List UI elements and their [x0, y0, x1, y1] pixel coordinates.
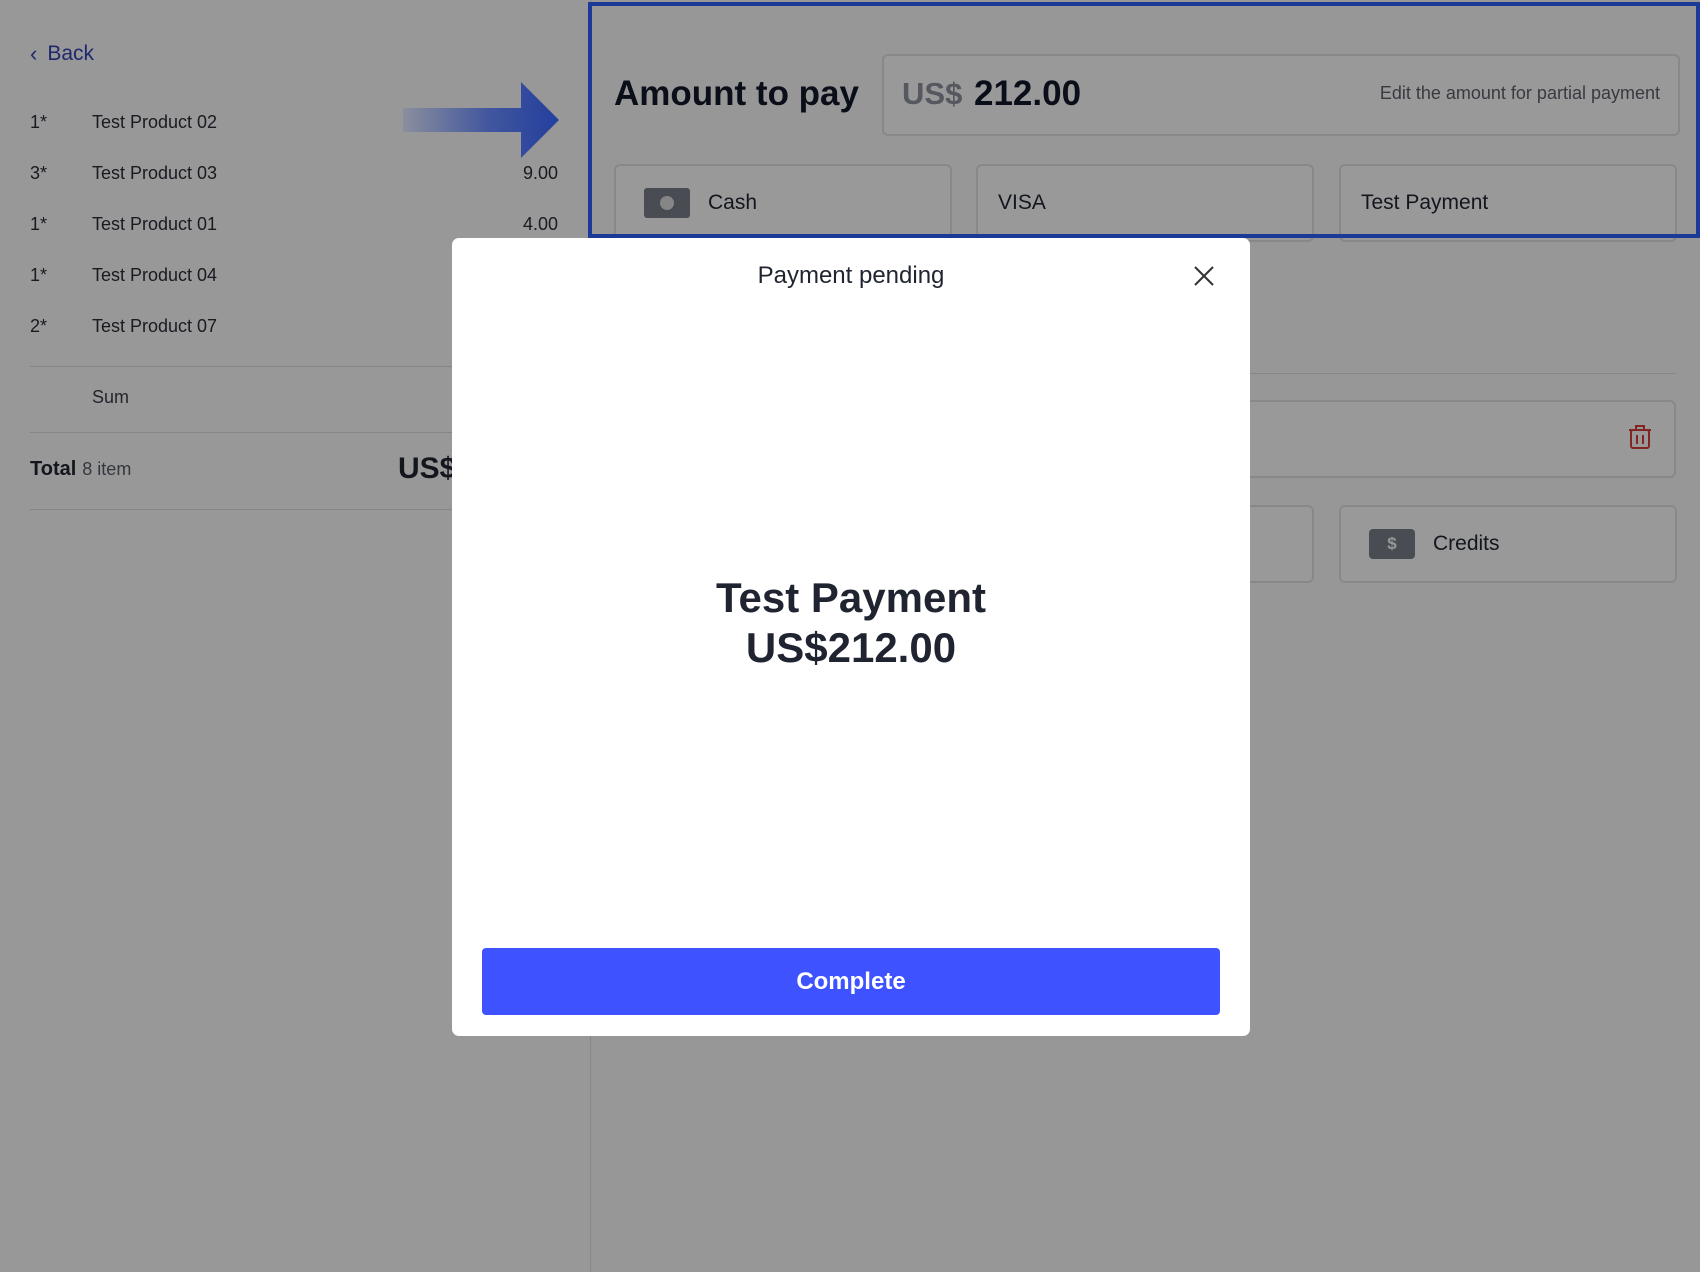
payment-pending-dialog: Payment pending Test Payment US$212.00 C…: [452, 238, 1250, 1036]
complete-button[interactable]: Complete: [482, 948, 1220, 1015]
payment-method-name: Test Payment: [716, 574, 986, 621]
dialog-body: Test Payment US$212.00: [452, 573, 1250, 673]
dialog-title: Payment pending: [757, 262, 945, 289]
payment-amount: US$212.00: [745, 624, 957, 671]
close-icon[interactable]: [1192, 264, 1216, 288]
